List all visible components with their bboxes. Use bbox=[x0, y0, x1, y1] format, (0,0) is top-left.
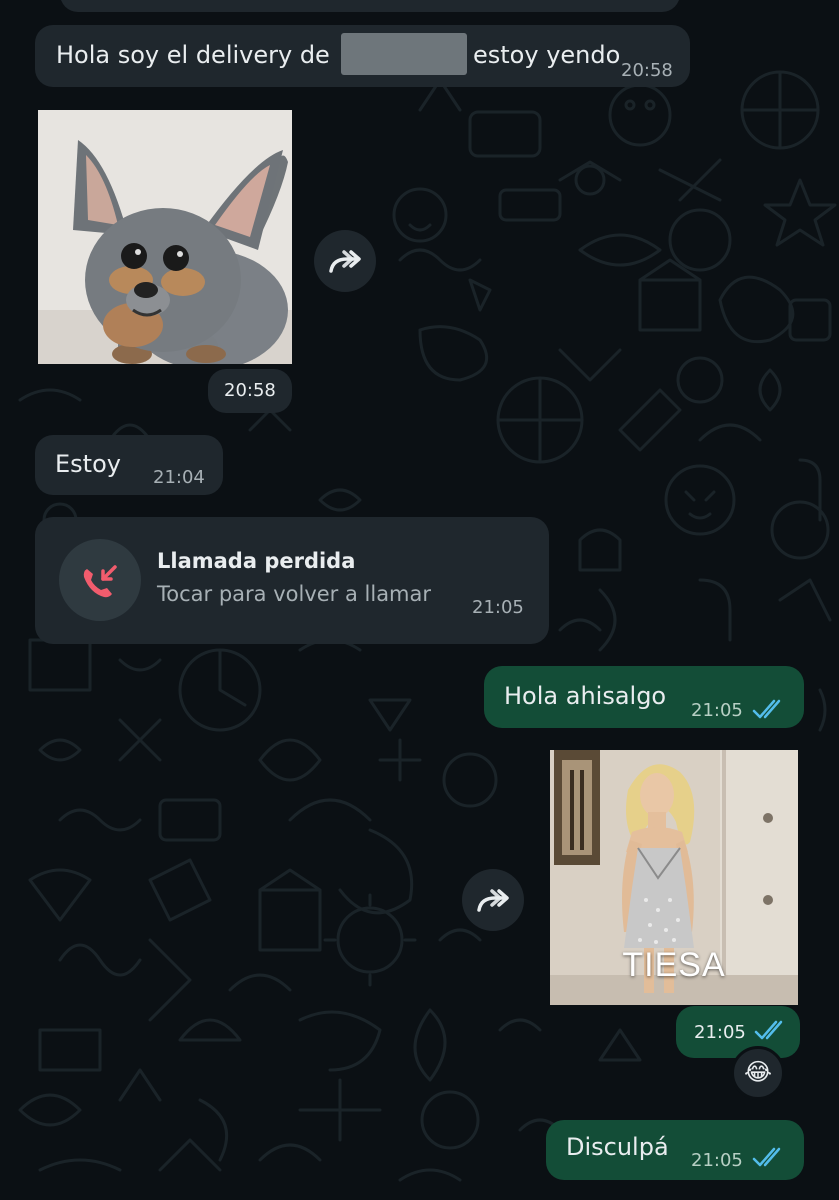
dog-photo-time-pill: 20:58 bbox=[208, 369, 292, 413]
missed-call-icon-circle bbox=[59, 539, 141, 621]
message-time: 21:05 bbox=[472, 597, 524, 618]
message-text: Hola soy el delivery de bbox=[56, 41, 330, 69]
forward-button[interactable] bbox=[462, 869, 524, 931]
forward-button[interactable] bbox=[314, 230, 376, 292]
message-time: 20:58 bbox=[224, 380, 276, 401]
message-bubble-hola-ahisalgo[interactable]: Hola ahisalgo 21:05 bbox=[484, 666, 804, 728]
message-bubble-delivery[interactable]: Hola soy el delivery de estoy yendo 20:5… bbox=[35, 25, 690, 87]
missed-call-bubble[interactable]: Llamada perdida Tocar para volver a llam… bbox=[35, 517, 549, 644]
missed-call-title: Llamada perdida bbox=[157, 549, 356, 573]
message-bubble-disculpa[interactable]: Disculpá 21:05 bbox=[546, 1120, 804, 1180]
message-text-continued: estoy yendo bbox=[473, 41, 621, 69]
missed-call-subtitle: Tocar para volver a llamar bbox=[157, 582, 432, 606]
forward-icon bbox=[477, 889, 509, 912]
missed-call-icon bbox=[83, 565, 117, 598]
message-time: 20:58 bbox=[621, 60, 673, 81]
dog-photo[interactable] bbox=[38, 110, 292, 364]
reaction-badge[interactable]: 😂 bbox=[731, 1046, 785, 1100]
message-time: 21:04 bbox=[153, 467, 205, 488]
double-check-icon bbox=[752, 1147, 781, 1167]
tiesa-photo[interactable]: TIESA bbox=[550, 750, 798, 1005]
message-text: Hola ahisalgo bbox=[504, 682, 667, 710]
message-time: 21:05 bbox=[691, 700, 743, 721]
message-bubble-estoy[interactable]: Estoy 21:04 bbox=[35, 435, 223, 495]
message-text: Estoy bbox=[55, 450, 121, 478]
previous-message-bubble[interactable] bbox=[60, 0, 680, 12]
laughing-emoji-icon: 😂 bbox=[743, 1058, 773, 1086]
photo-caption: TIESA bbox=[622, 946, 726, 984]
forward-icon bbox=[329, 250, 361, 273]
message-text: Disculpá bbox=[566, 1133, 669, 1161]
message-time: 21:05 bbox=[694, 1022, 746, 1043]
redacted-name bbox=[341, 33, 467, 75]
message-time: 21:05 bbox=[691, 1150, 743, 1171]
tiesa-photo-time-pill: 21:05 bbox=[676, 1006, 800, 1058]
double-check-icon bbox=[752, 699, 781, 719]
double-check-icon bbox=[754, 1020, 783, 1040]
